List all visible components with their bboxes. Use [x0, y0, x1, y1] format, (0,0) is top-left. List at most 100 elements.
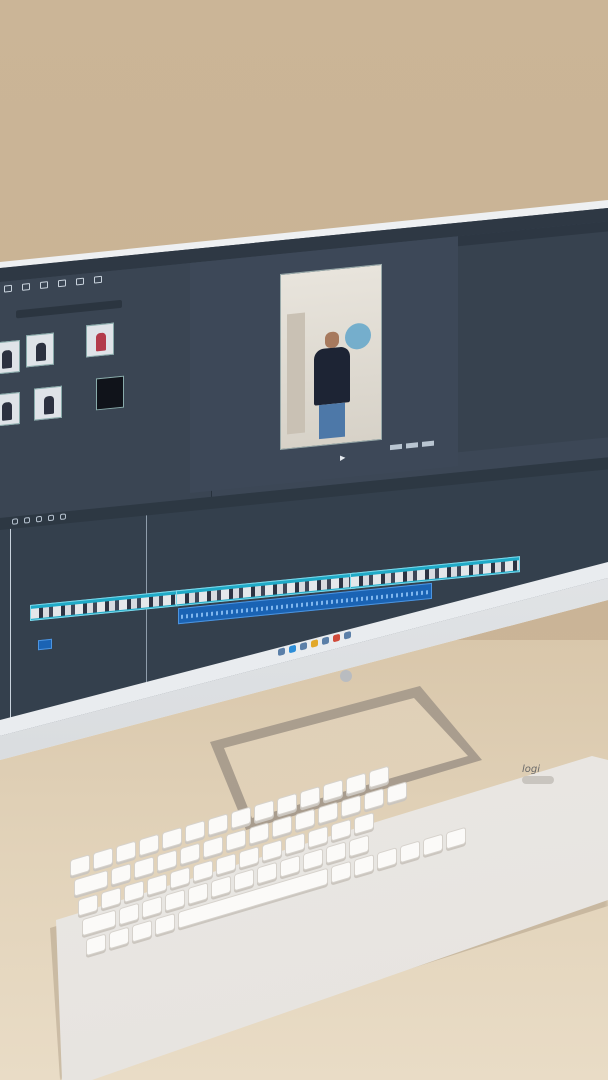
- play-icon[interactable]: ▶: [340, 454, 345, 463]
- media-thumbnail[interactable]: [96, 375, 124, 411]
- keyboard-key[interactable]: [78, 893, 98, 917]
- person-figure: [2, 349, 12, 369]
- tool-icon[interactable]: [36, 515, 42, 523]
- media-thumbnail[interactable]: [34, 385, 62, 421]
- keyboard-key[interactable]: [446, 826, 466, 850]
- tool-icon[interactable]: [60, 513, 66, 521]
- keyboard-key[interactable]: [86, 933, 106, 957]
- media-tab[interactable]: [94, 275, 102, 284]
- person-jeans: [319, 402, 345, 440]
- media-tab[interactable]: [4, 284, 12, 293]
- keyboard-key[interactable]: [331, 860, 351, 884]
- video-clip[interactable]: [350, 556, 520, 590]
- tool-icon[interactable]: [48, 514, 54, 522]
- media-tab[interactable]: [76, 277, 84, 286]
- keyboard-key[interactable]: [331, 818, 351, 842]
- keyboard-key[interactable]: [101, 886, 121, 910]
- media-search-input[interactable]: [16, 299, 122, 319]
- media-tab[interactable]: [58, 279, 66, 288]
- background-door: [287, 312, 305, 435]
- keyboard-brand: logi: [522, 764, 541, 775]
- keyboard-key[interactable]: [257, 861, 277, 885]
- keyboard-key[interactable]: [249, 822, 269, 845]
- keyboard-key[interactable]: [280, 854, 300, 878]
- keyboard-key[interactable]: [155, 912, 175, 936]
- keyboard-key[interactable]: [387, 781, 407, 805]
- media-panel: [0, 260, 212, 518]
- keyboard-key[interactable]: [124, 880, 144, 904]
- media-thumbnail[interactable]: [26, 332, 54, 368]
- keyboard-key[interactable]: [211, 875, 231, 899]
- keyboard-key[interactable]: [119, 902, 139, 926]
- media-thumbnail[interactable]: [86, 322, 114, 358]
- keyboard-key[interactable]: [272, 815, 292, 839]
- keyboard-key[interactable]: [341, 794, 361, 818]
- keyboard-key[interactable]: [193, 859, 213, 883]
- keyboard-key[interactable]: [377, 847, 397, 871]
- keyboard-key[interactable]: [188, 882, 208, 906]
- media-tab[interactable]: [22, 283, 30, 291]
- tool-icon[interactable]: [12, 518, 18, 525]
- timeline-playhead[interactable]: [10, 528, 11, 736]
- preview-panel: ▶: [190, 236, 458, 494]
- keyboard-key[interactable]: [216, 852, 236, 876]
- media-tab[interactable]: [40, 281, 48, 290]
- preview-tools: [390, 440, 434, 451]
- person-figure: [44, 395, 54, 415]
- keyboard-key[interactable]: [109, 926, 129, 950]
- timeline-tools: [12, 513, 66, 525]
- hp-logo-icon: [340, 670, 352, 682]
- keyboard-key[interactable]: [326, 841, 346, 865]
- keyboard-key[interactable]: [354, 811, 374, 835]
- person-figure: [96, 332, 106, 352]
- media-icon: [94, 275, 102, 284]
- keyboard-key[interactable]: [239, 846, 259, 869]
- properties-panel: [458, 221, 608, 453]
- keyboard-key[interactable]: [285, 832, 305, 856]
- media-icon: [40, 281, 48, 290]
- clip-frames: [351, 560, 519, 587]
- keyboard-key[interactable]: [203, 835, 223, 859]
- tool-icon[interactable]: [24, 517, 30, 524]
- keyboard-key[interactable]: [318, 801, 338, 825]
- settings-icon[interactable]: [406, 442, 418, 449]
- keyboard-key[interactable]: [132, 919, 152, 943]
- keyboard-key[interactable]: [295, 808, 315, 832]
- keyboard-key[interactable]: [262, 839, 282, 863]
- cut-icon[interactable]: [390, 443, 402, 451]
- keyboard-key[interactable]: [423, 833, 443, 857]
- keyboard-key[interactable]: [111, 862, 131, 886]
- clip-frames: [31, 594, 179, 619]
- keyboard-key[interactable]: [134, 856, 154, 880]
- media-icon: [22, 283, 30, 291]
- keyboard-key[interactable]: [303, 848, 323, 871]
- keyboard-key[interactable]: [226, 828, 246, 852]
- keyboard-key[interactable]: [142, 895, 162, 919]
- keyboard-key[interactable]: [349, 834, 369, 858]
- tool-icon[interactable]: [422, 440, 434, 447]
- media-thumbnail[interactable]: [0, 392, 20, 427]
- video-clip[interactable]: [30, 590, 180, 622]
- person-sweater: [314, 346, 350, 406]
- person-figure: [2, 401, 12, 421]
- person-figure: [36, 342, 46, 362]
- media-icon: [76, 277, 84, 286]
- media-icon: [58, 279, 66, 288]
- keyboard-indicator: [522, 776, 554, 784]
- keyboard-key[interactable]: [308, 825, 328, 849]
- keyboard-key[interactable]: [170, 866, 190, 890]
- person-head: [325, 331, 339, 349]
- overlay-logo: [345, 321, 371, 351]
- keyboard-key[interactable]: [364, 787, 384, 811]
- keyboard-key[interactable]: [147, 873, 167, 897]
- keyboard-key[interactable]: [354, 853, 374, 877]
- keyboard-key[interactable]: [180, 842, 200, 866]
- keyboard-key[interactable]: [400, 840, 420, 864]
- media-thumbnail[interactable]: [0, 340, 20, 375]
- keyboard-key[interactable]: [165, 888, 185, 912]
- audio-clip[interactable]: [38, 638, 52, 651]
- media-icon: [4, 284, 12, 293]
- keyboard-key[interactable]: [157, 849, 177, 873]
- video-preview[interactable]: [280, 263, 382, 451]
- keyboard-key[interactable]: [234, 868, 254, 892]
